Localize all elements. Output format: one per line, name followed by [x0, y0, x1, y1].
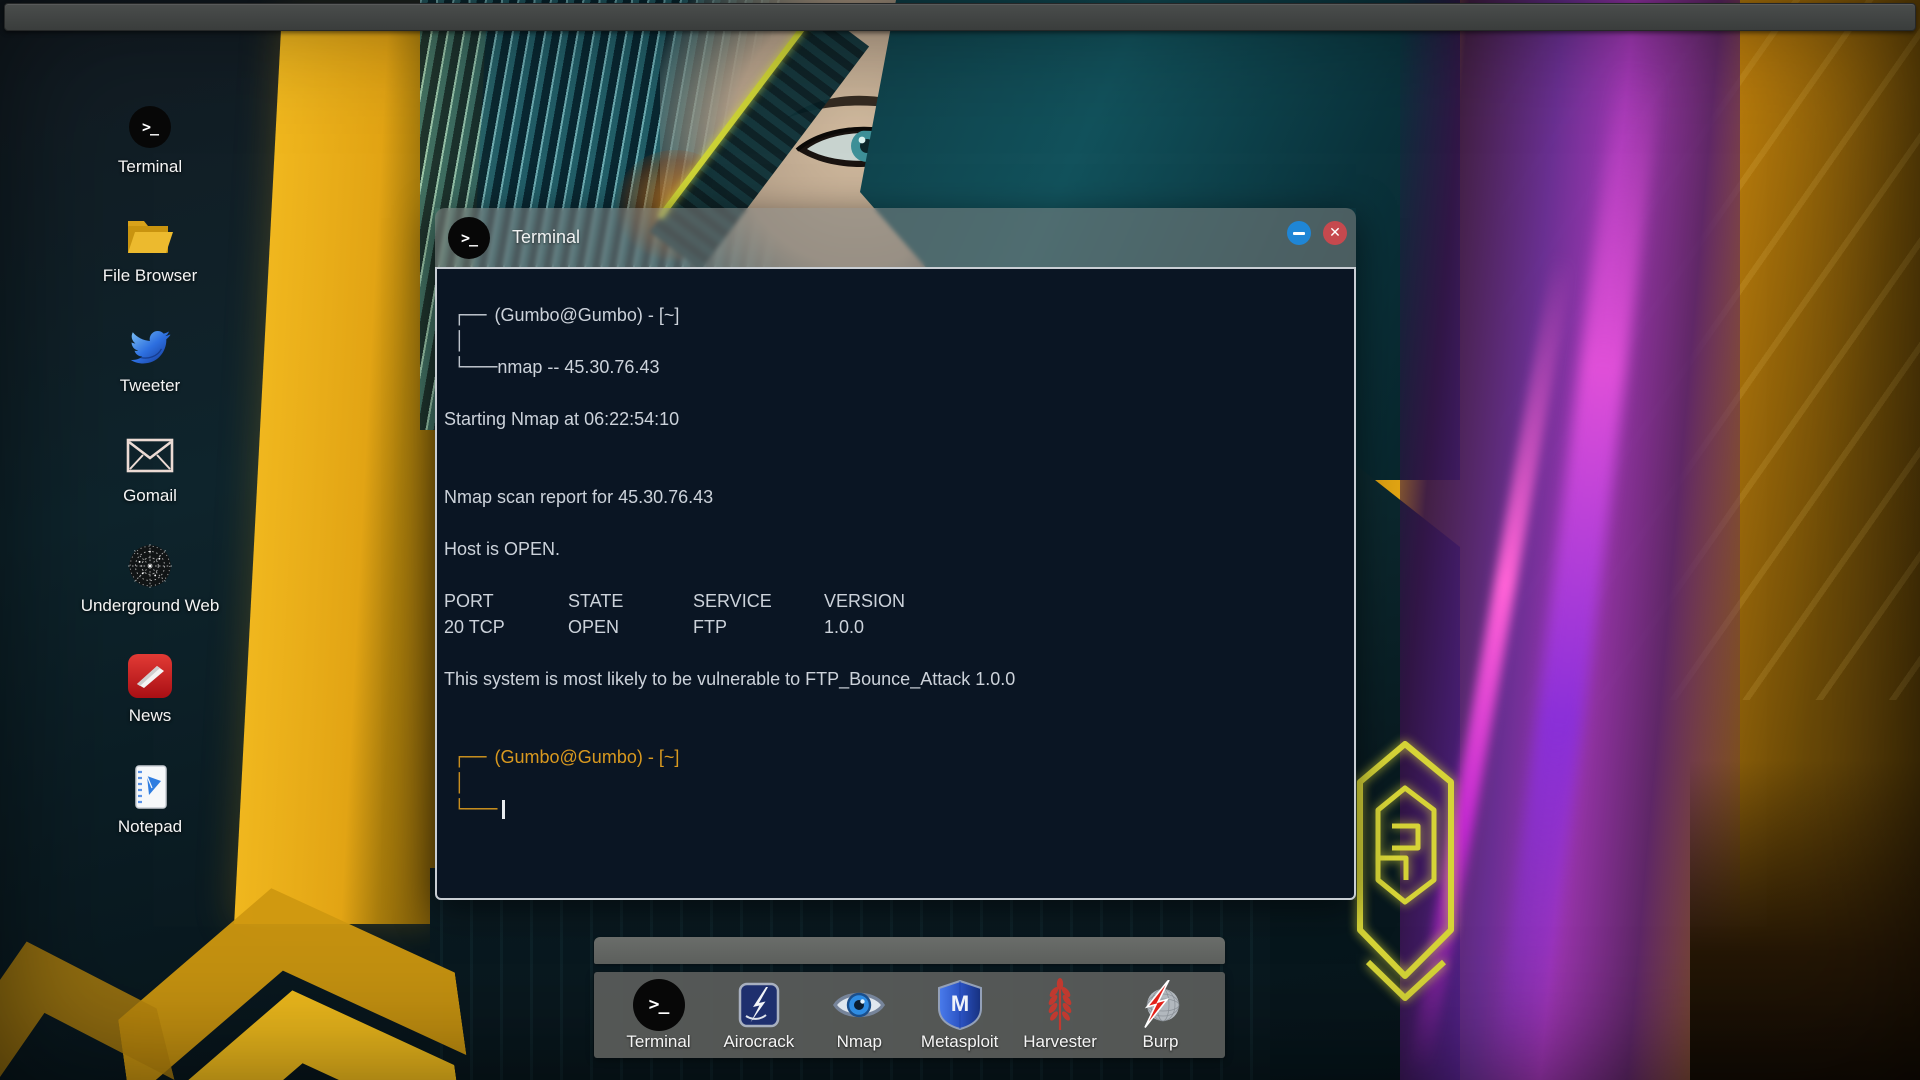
folder-icon [125, 211, 175, 261]
vulnerability-line: This system is most likely to be vulnera… [444, 669, 1016, 689]
scan-table-header: PORT STATE SERVICE VERSION [444, 591, 906, 611]
dock-item-label: Terminal [626, 1031, 691, 1051]
dark-web-icon [125, 541, 175, 591]
prompt-user: (Gumbo@Gumbo) - [~] [494, 747, 680, 767]
dock-item-burp[interactable]: Burp [1112, 979, 1209, 1052]
terminal-window: >_ Terminal ✕ ┌── (Gumbo@Gumbo) - [~] │ └… [435, 208, 1356, 900]
prompt-corner-glyph: └─── [454, 799, 498, 820]
desktop-icon-label: Notepad [117, 817, 183, 836]
prompt-line: │ [437, 328, 1354, 354]
dock-item-nmap[interactable]: Nmap [811, 979, 908, 1052]
desktop-icon-file-browser[interactable]: File Browser [70, 211, 230, 287]
close-button[interactable]: ✕ [1323, 221, 1347, 245]
dock-item-airocrack[interactable]: Airocrack [710, 979, 807, 1052]
desktop-icon-terminal[interactable]: >_ Terminal [70, 102, 230, 178]
prompt-input-line[interactable]: └─── [437, 796, 1354, 822]
dock-item-label: Harvester [1023, 1031, 1097, 1051]
top-bar [4, 3, 1916, 31]
output-line: Host is OPEN. [444, 539, 561, 559]
notepad-icon [130, 762, 170, 812]
prompt-command-line: └───nmap -- 45.30.76.43 [437, 354, 1354, 380]
close-icon: ✕ [1329, 225, 1341, 241]
dock-item-label: Burp [1142, 1031, 1179, 1051]
prompt-corner-glyph: ┌── [454, 747, 487, 768]
terminal-icon: >_ [129, 102, 171, 152]
dock-item-label: Metasploit [920, 1031, 999, 1051]
dock-item-label: Airocrack [723, 1031, 795, 1051]
desktop-icon-gomail[interactable]: Gomail [70, 431, 230, 507]
prompt-corner-glyph: ┌── [454, 305, 487, 326]
desktop-icon-underground-web[interactable]: Underground Web [70, 541, 230, 617]
prompt-line: ┌── (Gumbo@Gumbo) - [~] [437, 744, 1354, 770]
terminal-titlebar[interactable]: >_ Terminal ✕ [435, 208, 1356, 267]
bird-icon [127, 321, 173, 371]
envelope-icon [126, 431, 174, 481]
text-cursor [502, 799, 506, 819]
desktop-icon-news[interactable]: News [70, 651, 230, 727]
dock: >_ Terminal Airocrack Nmap M Metasploit … [594, 972, 1225, 1058]
command-text: nmap -- 45.30.76.43 [497, 357, 660, 377]
nmap-eye-icon [832, 979, 886, 1031]
svg-text:M: M [951, 991, 969, 1016]
burp-lightning-icon [1136, 979, 1184, 1031]
airocrack-icon [736, 979, 782, 1031]
minimize-icon [1293, 231, 1305, 235]
scan-table-row: 20 TCP OPEN FTP 1.0.0 [444, 617, 865, 637]
desktop-icon-label: Tweeter [119, 376, 181, 395]
desktop-icon-label: File Browser [102, 266, 198, 285]
harvester-wheat-icon [1045, 977, 1075, 1031]
desktop-icon-tweeter[interactable]: Tweeter [70, 321, 230, 397]
desktop-icon-label: News [128, 706, 172, 725]
desktop-icon-notepad[interactable]: Notepad [70, 762, 230, 838]
minimize-button[interactable] [1287, 221, 1311, 245]
metasploit-shield-icon: M [937, 979, 982, 1031]
prompt-pipe-glyph: │ [454, 331, 465, 352]
desktop-icon-label: Underground Web [80, 596, 220, 615]
output-line: Nmap scan report for 45.30.76.43 [444, 487, 714, 507]
terminal-body[interactable]: ┌── (Gumbo@Gumbo) - [~] │ └───nmap -- 45.… [435, 267, 1356, 900]
dock-item-terminal[interactable]: >_ Terminal [610, 978, 707, 1052]
desktop-screen: >_ Terminal File Browser Tweeter Gomail … [0, 0, 1920, 1080]
output-line: Starting Nmap at 06:22:54:10 [444, 409, 680, 429]
prompt-user: (Gumbo@Gumbo) - [~] [494, 305, 680, 325]
prompt-line: │ [437, 770, 1354, 796]
prompt-line: ┌── (Gumbo@Gumbo) - [~] [437, 302, 1354, 328]
prompt-pipe-glyph: │ [454, 773, 465, 794]
terminal-icon: >_ [448, 216, 490, 259]
news-icon [127, 651, 173, 701]
desktop-icon-label: Terminal [117, 157, 183, 176]
prompt-corner-glyph: └─── [454, 357, 498, 378]
dock-item-harvester[interactable]: Harvester [1012, 977, 1109, 1052]
desktop-icon-label: Gomail [123, 486, 177, 505]
terminal-icon: >_ [632, 978, 685, 1031]
dock-item-label: Nmap [836, 1031, 882, 1051]
window-title: Terminal [512, 227, 581, 247]
dock-item-metasploit[interactable]: M Metasploit [911, 979, 1008, 1052]
dock-strip [594, 937, 1225, 964]
